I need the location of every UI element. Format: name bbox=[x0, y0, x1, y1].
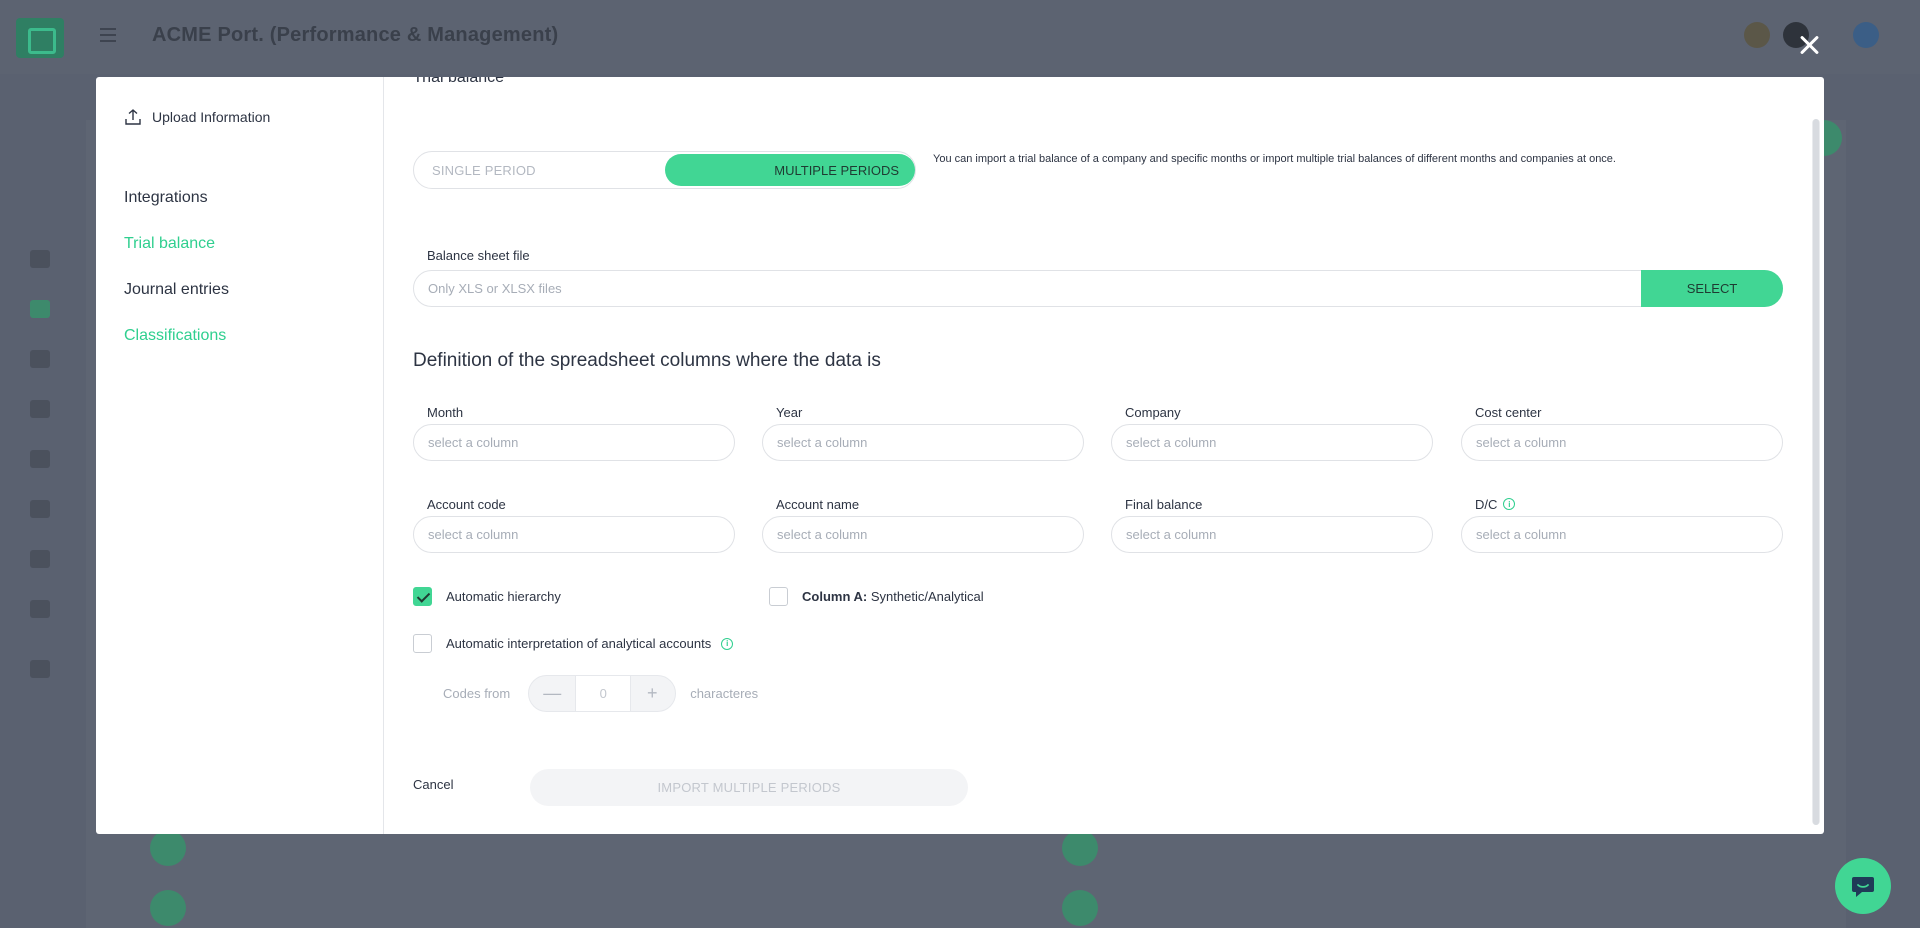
background-avatar bbox=[150, 890, 186, 926]
app-logo bbox=[16, 18, 64, 58]
codes-from-row: Codes from — 0 + characteres bbox=[443, 675, 758, 712]
automatic-interpretation-option: Automatic interpretation of analytical a… bbox=[413, 634, 734, 653]
column-a-text: Synthetic/Analytical bbox=[870, 589, 984, 604]
account-name-label: Account name bbox=[776, 496, 860, 512]
column-a-bold-label: Column A: bbox=[802, 589, 868, 604]
account-code-field: Account code select a column bbox=[413, 492, 735, 553]
dc-label: D/C i bbox=[1475, 492, 1783, 516]
columns-definition-title: Definition of the spreadsheet columns wh… bbox=[413, 350, 881, 371]
final-balance-field: Final balance select a column bbox=[1111, 492, 1433, 553]
account-code-label: Account code bbox=[427, 496, 506, 512]
final-balance-label: Final balance bbox=[1125, 496, 1203, 512]
background-app-title: ACME Port. (Performance & Management) bbox=[152, 24, 559, 46]
characters-value[interactable]: 0 bbox=[575, 675, 632, 712]
year-select[interactable]: select a column bbox=[762, 424, 1084, 461]
cost-center-select[interactable]: select a column bbox=[1461, 424, 1783, 461]
file-input-placeholder: Only XLS or XLSX files bbox=[428, 281, 562, 296]
company-field: Company select a column bbox=[1111, 400, 1433, 461]
month-field: Month select a column bbox=[413, 400, 735, 461]
upload-modal: Upload Information Integrations Trial ba… bbox=[96, 77, 1824, 834]
codes-from-label: Codes from bbox=[443, 686, 511, 701]
dc-field: D/C i select a column bbox=[1461, 492, 1783, 553]
characters-suffix-label: characteres bbox=[690, 686, 759, 701]
column-a-label: Column A: Synthetic/Analytical bbox=[802, 589, 984, 604]
upload-information-link[interactable]: Upload Information bbox=[124, 108, 270, 126]
background-sidebar bbox=[0, 74, 80, 928]
dc-select[interactable]: select a column bbox=[1461, 516, 1783, 553]
column-a-option: Column A: Synthetic/Analytical bbox=[769, 587, 984, 606]
balance-sheet-file-label: Balance sheet file bbox=[427, 248, 530, 263]
chat-icon[interactable] bbox=[1835, 858, 1891, 914]
automatic-interpretation-checkbox[interactable] bbox=[413, 634, 432, 653]
import-multiple-periods-button[interactable]: IMPORT MULTIPLE PERIODS bbox=[530, 769, 968, 806]
modal-scrollbar[interactable] bbox=[1812, 119, 1820, 825]
minus-icon[interactable]: — bbox=[529, 676, 575, 711]
nav-item-classifications[interactable]: Classifications bbox=[124, 327, 226, 345]
nav-item-trial-balance[interactable]: Trial balance bbox=[124, 235, 215, 253]
company-label: Company bbox=[1125, 404, 1181, 420]
month-select[interactable]: select a column bbox=[413, 424, 735, 461]
modal-content: Trial balance SINGLE PERIOD MULTIPLE PER… bbox=[385, 77, 1824, 834]
info-icon[interactable]: i bbox=[1503, 498, 1516, 510]
month-label: Month bbox=[427, 404, 464, 420]
nav-item-integrations[interactable]: Integrations bbox=[124, 189, 208, 207]
cancel-button[interactable]: Cancel bbox=[413, 777, 453, 792]
year-label: Year bbox=[776, 404, 803, 420]
notification-icon bbox=[1744, 22, 1770, 48]
company-select[interactable]: select a column bbox=[1111, 424, 1433, 461]
plus-icon[interactable]: + bbox=[629, 676, 675, 711]
cost-center-label: Cost center bbox=[1475, 404, 1542, 420]
automatic-hierarchy-label: Automatic hierarchy bbox=[446, 589, 561, 604]
account-name-field: Account name select a column bbox=[762, 492, 1084, 553]
cost-center-field: Cost center select a column bbox=[1461, 400, 1783, 461]
multiple-periods-option[interactable]: MULTIPLE PERIODS bbox=[665, 154, 915, 186]
close-icon[interactable] bbox=[1794, 30, 1824, 60]
help-icon bbox=[1853, 22, 1879, 48]
period-toggle-hint: You can import a trial balance of a comp… bbox=[933, 153, 1616, 165]
upload-information-label: Upload Information bbox=[152, 109, 271, 125]
automatic-hierarchy-checkbox[interactable] bbox=[413, 587, 432, 606]
upload-icon bbox=[124, 108, 142, 126]
background-avatar bbox=[150, 830, 186, 866]
nav-item-journal-entries[interactable]: Journal entries bbox=[124, 281, 229, 299]
select-file-button[interactable]: SELECT bbox=[1641, 270, 1783, 307]
account-code-select[interactable]: select a column bbox=[413, 516, 735, 553]
single-period-option[interactable]: SINGLE PERIOD bbox=[432, 163, 536, 178]
year-field: Year select a column bbox=[762, 400, 1084, 461]
balance-sheet-file-input[interactable]: Only XLS or XLSX files SELECT bbox=[413, 270, 1783, 307]
final-balance-select[interactable]: select a column bbox=[1111, 516, 1433, 553]
account-name-select[interactable]: select a column bbox=[762, 516, 1084, 553]
automatic-hierarchy-option: Automatic hierarchy bbox=[413, 587, 561, 606]
scrollbar-thumb[interactable] bbox=[1813, 119, 1819, 825]
period-toggle[interactable]: SINGLE PERIOD MULTIPLE PERIODS bbox=[413, 151, 916, 189]
info-icon[interactable]: i bbox=[721, 637, 734, 650]
automatic-interpretation-label: Automatic interpretation of analytical a… bbox=[446, 636, 712, 651]
background-avatar bbox=[1062, 830, 1098, 866]
section-heading: Trial balance bbox=[413, 77, 505, 86]
menu-icon bbox=[100, 28, 116, 42]
characters-stepper[interactable]: — 0 + bbox=[528, 675, 677, 712]
background-topbar: ACME Port. (Performance & Management) bbox=[0, 0, 1920, 74]
column-a-checkbox[interactable] bbox=[769, 587, 788, 606]
modal-sidebar: Upload Information Integrations Trial ba… bbox=[96, 77, 384, 834]
background-avatar bbox=[1062, 890, 1098, 926]
